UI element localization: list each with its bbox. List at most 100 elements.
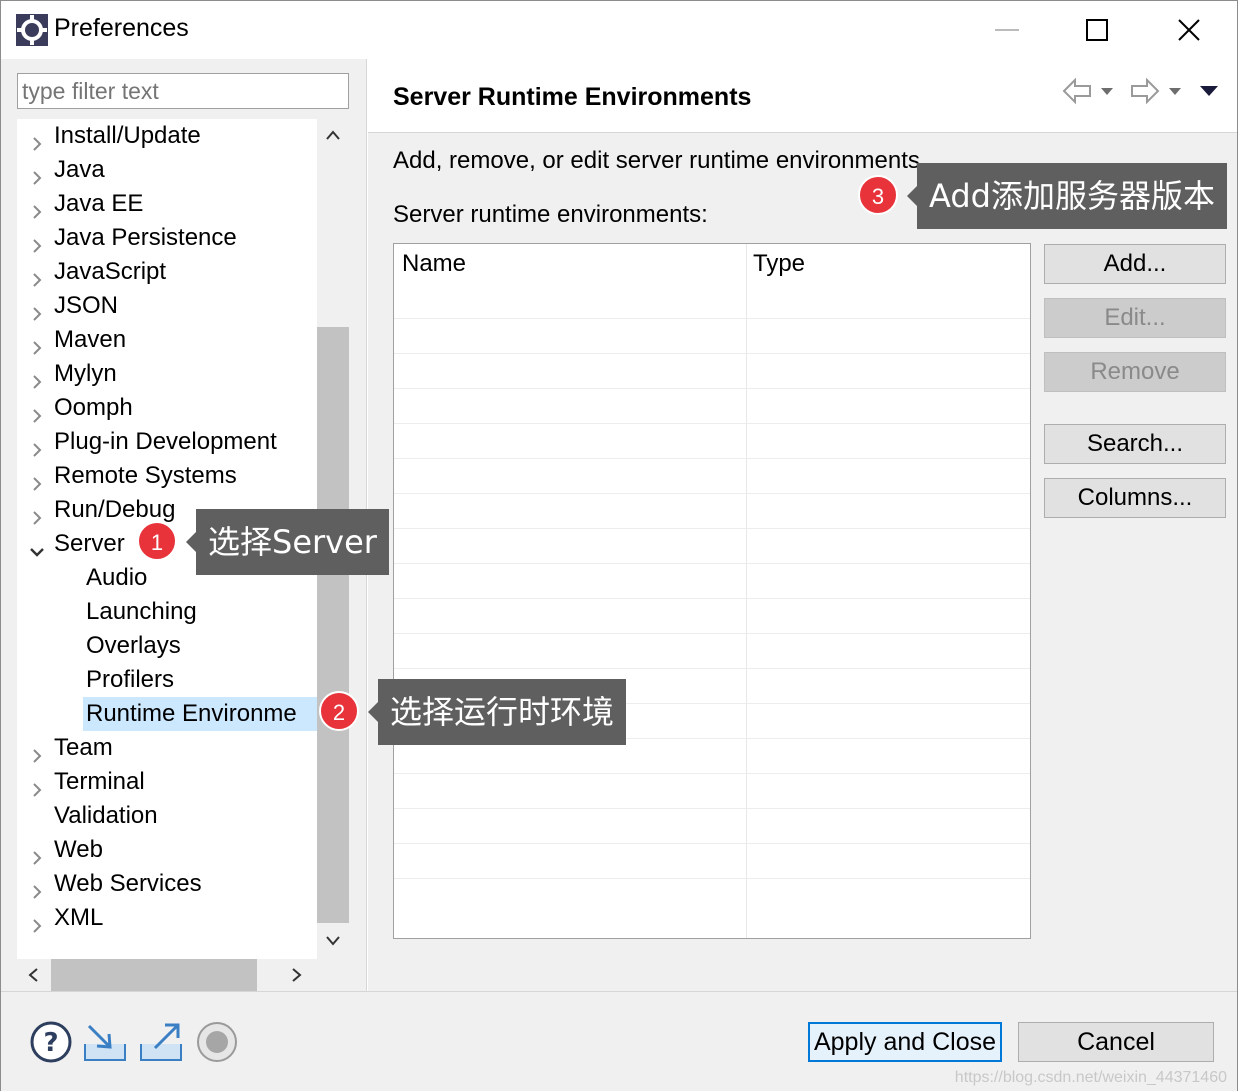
back-dropdown-icon[interactable] bbox=[1099, 86, 1115, 96]
columns-button[interactable]: Columns... bbox=[1044, 478, 1226, 518]
tree-item[interactable]: Mylyn bbox=[17, 357, 317, 391]
tree-item[interactable]: Java Persistence bbox=[17, 221, 317, 255]
chevron-right-icon[interactable] bbox=[29, 468, 45, 491]
tree-item-label: Java bbox=[54, 156, 105, 183]
tree-item[interactable]: Java bbox=[17, 153, 317, 187]
page-navigation bbox=[1061, 77, 1219, 105]
table-row-separator bbox=[394, 458, 1030, 459]
tree-item[interactable]: JavaScript bbox=[17, 255, 317, 289]
table-row-separator bbox=[394, 318, 1030, 319]
eclipse-app-icon bbox=[15, 13, 49, 47]
import-icon[interactable] bbox=[83, 1020, 127, 1064]
tree-item[interactable]: JSON bbox=[17, 289, 317, 323]
tree-item[interactable]: Runtime Environme bbox=[17, 697, 317, 731]
tree-item[interactable]: Web Services bbox=[17, 867, 317, 901]
tree-item-label: JavaScript bbox=[54, 258, 167, 285]
chevron-right-icon[interactable] bbox=[29, 842, 45, 865]
chevron-right-icon[interactable] bbox=[29, 366, 45, 389]
title-bar: Preferences bbox=[1, 1, 1237, 59]
runtime-list-label: Server runtime environments: bbox=[393, 201, 708, 228]
tree-item-label: Runtime Environme bbox=[86, 700, 297, 727]
chevron-right-icon[interactable] bbox=[29, 740, 45, 763]
tree-item-label: Mylyn bbox=[54, 360, 117, 387]
cancel-button[interactable]: Cancel bbox=[1018, 1022, 1214, 1062]
tree-item[interactable]: Maven bbox=[17, 323, 317, 357]
tree-item-label: Audio bbox=[86, 564, 148, 591]
table-row-separator bbox=[394, 633, 1030, 634]
help-icon[interactable]: ? bbox=[29, 1020, 73, 1064]
chevron-right-icon[interactable] bbox=[29, 400, 45, 423]
tree-item[interactable]: Remote Systems bbox=[17, 459, 317, 493]
tree-item[interactable]: Install/Update bbox=[17, 119, 317, 153]
tree-item[interactable]: Profilers bbox=[17, 663, 317, 697]
scroll-up-icon[interactable] bbox=[317, 119, 349, 151]
tree-item[interactable]: Overlays bbox=[17, 629, 317, 663]
remove-button[interactable]: Remove bbox=[1044, 352, 1226, 392]
chevron-right-icon[interactable] bbox=[29, 298, 45, 321]
page-header: Server Runtime Environments bbox=[368, 59, 1237, 133]
tree-item-label: JSON bbox=[54, 292, 119, 319]
forward-dropdown-icon[interactable] bbox=[1167, 86, 1183, 96]
chevron-right-icon[interactable] bbox=[29, 434, 45, 457]
chevron-right-icon[interactable] bbox=[29, 876, 45, 899]
dialog-footer: ? Apply and Close Cancel https://blog.cs… bbox=[1, 991, 1237, 1091]
minimize-button[interactable] bbox=[961, 1, 1053, 59]
search-button[interactable]: Search... bbox=[1044, 424, 1226, 464]
scroll-right-icon[interactable] bbox=[281, 959, 313, 991]
hscroll-thumb[interactable] bbox=[51, 959, 257, 991]
tree-item-label: Remote Systems bbox=[54, 462, 237, 489]
scroll-left-icon[interactable] bbox=[17, 959, 49, 991]
chevron-right-icon[interactable] bbox=[29, 910, 45, 933]
chevron-down-icon[interactable] bbox=[29, 536, 45, 557]
chevron-right-icon[interactable] bbox=[29, 264, 45, 287]
chevron-right-icon[interactable] bbox=[29, 502, 45, 525]
chevron-right-icon[interactable] bbox=[29, 230, 45, 253]
svg-text:?: ? bbox=[43, 1028, 58, 1058]
view-menu-icon[interactable] bbox=[1199, 85, 1219, 97]
scroll-down-icon[interactable] bbox=[317, 925, 349, 957]
add-button[interactable]: Add... bbox=[1044, 244, 1226, 284]
chevron-right-icon[interactable] bbox=[29, 196, 45, 219]
tree-item[interactable]: Team bbox=[17, 731, 317, 765]
tree-item[interactable]: Oomph bbox=[17, 391, 317, 425]
chevron-right-icon[interactable] bbox=[29, 128, 45, 151]
tree-item[interactable]: XML bbox=[17, 901, 317, 935]
callout-badge-3: 3 bbox=[858, 175, 898, 215]
table-row-separator bbox=[394, 843, 1030, 844]
window-title: Preferences bbox=[54, 14, 189, 42]
tree-item-label: Server bbox=[54, 530, 125, 557]
preferences-window: Preferences Install/Update Java Java EE Jav… bbox=[0, 0, 1238, 1091]
close-icon bbox=[1178, 19, 1200, 41]
tree-item-label: Java EE bbox=[54, 190, 144, 217]
apply-and-close-button[interactable]: Apply and Close bbox=[808, 1022, 1002, 1062]
tree-item-label: Web Services bbox=[54, 870, 202, 897]
edit-button[interactable]: Edit... bbox=[1044, 298, 1226, 338]
chevron-right-icon[interactable] bbox=[29, 332, 45, 355]
watermark: https://blog.csdn.net/weixin_44371460 bbox=[954, 1069, 1227, 1086]
page-description: Add, remove, or edit server runtime envi… bbox=[393, 147, 927, 174]
tree-horizontal-scrollbar[interactable] bbox=[17, 959, 349, 991]
tree-item[interactable]: Java EE bbox=[17, 187, 317, 221]
export-icon[interactable] bbox=[139, 1020, 183, 1064]
tree-item[interactable]: Validation bbox=[17, 799, 317, 833]
tree-item[interactable]: Web bbox=[17, 833, 317, 867]
tree-item[interactable]: Terminal bbox=[17, 765, 317, 799]
close-button[interactable] bbox=[1143, 1, 1235, 59]
tree-item[interactable]: Plug-in Development bbox=[17, 425, 317, 459]
column-header-name[interactable]: Name bbox=[402, 250, 466, 278]
table-row-separator bbox=[394, 388, 1030, 389]
column-header-type[interactable]: Type bbox=[753, 250, 805, 278]
tree-item-label: Profilers bbox=[86, 666, 175, 693]
tree-item[interactable]: Launching bbox=[17, 595, 317, 629]
back-arrow-icon[interactable] bbox=[1061, 77, 1093, 105]
scroll-thumb[interactable] bbox=[317, 327, 349, 923]
tree-item-label: Terminal bbox=[54, 768, 145, 795]
maximize-button[interactable] bbox=[1051, 1, 1143, 59]
table-row-separator bbox=[394, 423, 1030, 424]
chevron-right-icon[interactable] bbox=[29, 774, 45, 797]
record-icon[interactable] bbox=[195, 1020, 239, 1064]
filter-input[interactable] bbox=[17, 73, 349, 109]
chevron-right-icon[interactable] bbox=[29, 162, 45, 185]
runtime-environments-table[interactable]: Name Type bbox=[393, 243, 1031, 939]
forward-arrow-icon[interactable] bbox=[1129, 77, 1161, 105]
